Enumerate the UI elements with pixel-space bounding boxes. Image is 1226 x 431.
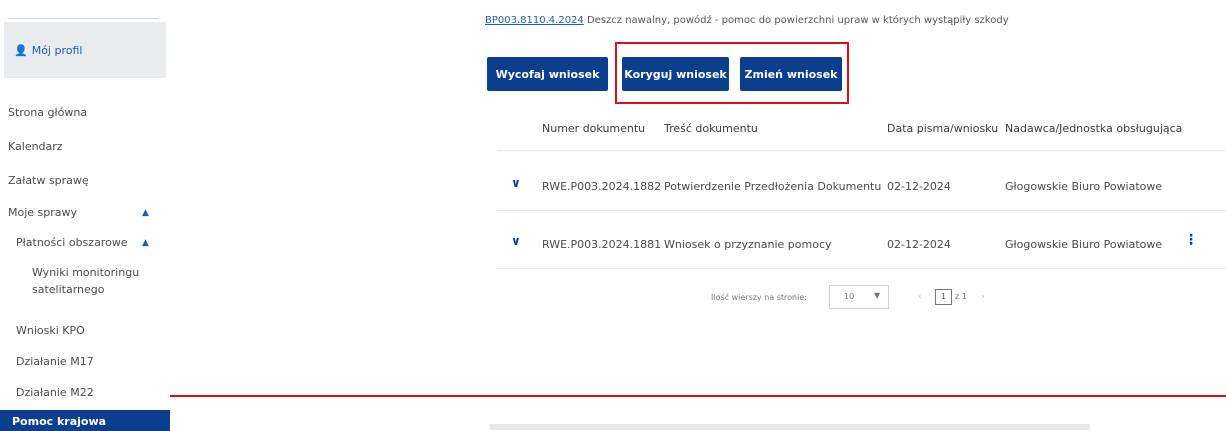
- chevron-down-icon: ▼: [874, 291, 881, 300]
- table-cell-sender: Głogowskie Biuro Powiatowe: [1005, 180, 1163, 193]
- column-header-number[interactable]: Numer dokumentu: [542, 122, 645, 135]
- withdraw-button[interactable]: Wycofaj wniosek: [487, 57, 608, 91]
- page-total: z 1: [955, 292, 967, 301]
- sidebar-divider: [8, 18, 158, 19]
- table-divider: [497, 150, 1226, 151]
- sidebar-item-label: Pomoc krajowa: [12, 415, 107, 428]
- footer-text-blur: [490, 424, 1090, 430]
- column-header-content[interactable]: Treść dokumentu: [664, 122, 758, 135]
- table-cell-sender: Głogowskie Biuro Powiatowe: [1005, 238, 1163, 251]
- chevron-down-icon[interactable]: ∨: [511, 176, 521, 190]
- sidebar-item-handle-case[interactable]: Załatw sprawę: [8, 174, 89, 187]
- table-cell-content: Wniosek o przyznanie pomocy: [664, 238, 832, 251]
- table-cell-number: RWE.P003.2024.1881: [542, 238, 662, 251]
- sidebar-item-national-aid[interactable]: Pomoc krajowa: [0, 410, 170, 431]
- sidebar-item-satellite-monitoring[interactable]: Wyniki monitoringu satelitarnego: [32, 264, 139, 298]
- sidebar: 👤 Mój profil Strona główna Kalendarz Zał…: [0, 0, 170, 431]
- rows-per-page-value: 10: [844, 292, 855, 301]
- sidebar-item-home[interactable]: Strona główna: [8, 106, 87, 119]
- table-divider: [497, 210, 1226, 211]
- user-icon: 👤: [14, 43, 28, 57]
- table-cell-number: RWE.P003.2024.1882: [542, 180, 662, 193]
- case-header: BP003.8110.4.2024 Deszcz nawalny, powódź…: [485, 15, 1009, 26]
- page-number-input[interactable]: 1: [935, 289, 952, 305]
- profile-link[interactable]: 👤 Mój profil: [4, 22, 166, 78]
- table-divider: [497, 268, 1226, 269]
- chevron-up-icon[interactable]: ▲: [142, 208, 149, 218]
- sidebar-item-label: Wyniki monitoringu: [32, 266, 140, 279]
- sidebar-item-kpo[interactable]: Wnioski KPO: [16, 324, 85, 337]
- chevron-up-icon[interactable]: ▲: [142, 238, 149, 248]
- table-cell-content: Potwierdzenie Przedłożenia Dokumentu: [664, 180, 882, 193]
- column-header-sender[interactable]: Nadawca/Jednostka obsługująca: [1005, 122, 1182, 135]
- case-link[interactable]: BP003.8110.4.2024: [485, 15, 584, 26]
- sidebar-item-calendar[interactable]: Kalendarz: [8, 140, 63, 153]
- profile-label: Mój profil: [31, 43, 83, 57]
- chevron-down-icon[interactable]: ∨: [511, 234, 521, 248]
- sidebar-item-m17[interactable]: Działanie M17: [16, 355, 94, 368]
- column-header-date[interactable]: Data pisma/wniosku: [887, 122, 998, 135]
- highlight-box: [615, 42, 849, 104]
- chevron-left-icon[interactable]: ‹: [918, 292, 922, 302]
- rows-per-page-select[interactable]: 10 ▼: [829, 285, 889, 309]
- sidebar-item-m22[interactable]: Działanie M22: [16, 386, 94, 399]
- rows-per-page-label: Ilość wierszy na stronie:: [711, 293, 807, 302]
- footer-divider: [170, 395, 1226, 397]
- case-description: Deszcz nawalny, powódź - pomoc do powier…: [583, 15, 1009, 26]
- sidebar-item-area-payments[interactable]: Płatności obszarowe: [16, 236, 128, 249]
- sidebar-item-label: satelitarnego: [32, 283, 105, 296]
- chevron-right-icon[interactable]: ›: [981, 292, 985, 302]
- sidebar-item-my-cases[interactable]: Moje sprawy: [8, 206, 77, 219]
- table-cell-date: 02-12-2024: [887, 238, 951, 251]
- more-options-icon[interactable]: ⋮: [1184, 232, 1198, 248]
- table-cell-date: 02-12-2024: [887, 180, 951, 193]
